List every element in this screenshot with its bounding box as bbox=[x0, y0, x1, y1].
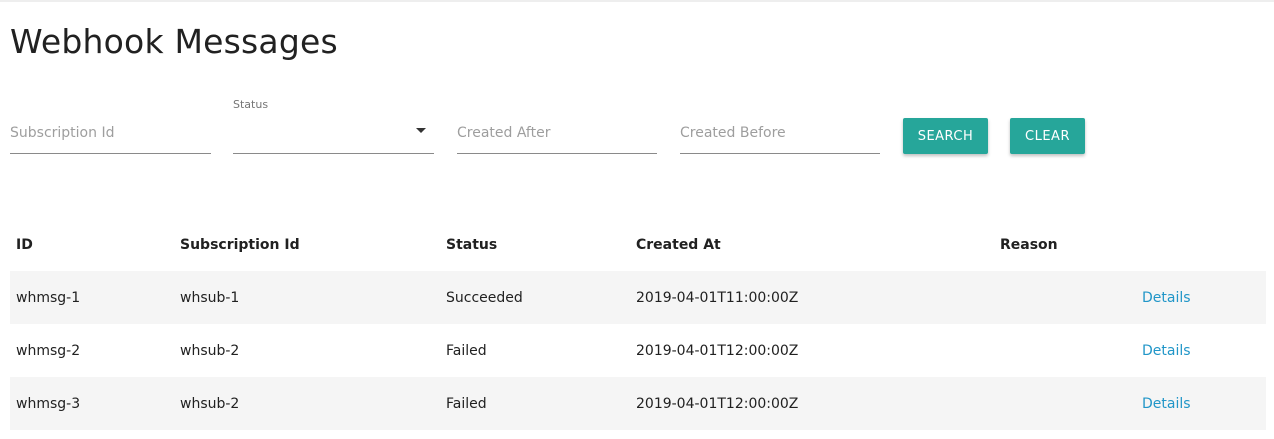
created-before-field[interactable] bbox=[680, 98, 880, 154]
created-after-field[interactable] bbox=[457, 98, 657, 154]
table-row: whmsg-1 whsub-1 Succeeded 2019-04-01T11:… bbox=[10, 271, 1266, 324]
webhook-messages-table: ID Subscription Id Status Created At Rea… bbox=[10, 218, 1266, 430]
details-link-text[interactable]: Details bbox=[1142, 396, 1191, 412]
cell-subscription-id: whsub-1 bbox=[180, 289, 240, 306]
cell-subscription-id: whsub-2 bbox=[180, 342, 240, 359]
details-link-text[interactable]: Details bbox=[1142, 343, 1191, 359]
clear-button[interactable]: CLEAR bbox=[1010, 118, 1085, 154]
header-subscription-id: Subscription Id bbox=[180, 236, 300, 253]
details-link[interactable]: Details bbox=[1142, 324, 1191, 377]
cell-id: whmsg-2 bbox=[16, 342, 81, 359]
details-link-text[interactable]: Details bbox=[1142, 290, 1191, 306]
page-title: Webhook Messages bbox=[10, 22, 338, 61]
cell-id: whmsg-1 bbox=[16, 289, 81, 306]
cell-status: Failed bbox=[446, 395, 487, 412]
header-created-at: Created At bbox=[636, 236, 721, 253]
created-before-input[interactable] bbox=[680, 121, 880, 145]
details-link[interactable]: Details bbox=[1142, 271, 1191, 324]
caret-down-icon[interactable] bbox=[416, 128, 426, 133]
subscription-id-field[interactable] bbox=[10, 98, 211, 154]
cell-created-at: 2019-04-01T12:00:00Z bbox=[636, 342, 799, 359]
cell-status: Failed bbox=[446, 342, 487, 359]
cell-created-at: 2019-04-01T12:00:00Z bbox=[636, 395, 799, 412]
status-select[interactable]: Status bbox=[233, 98, 434, 154]
status-label: Status bbox=[233, 98, 269, 111]
cell-subscription-id: whsub-2 bbox=[180, 395, 240, 412]
cell-status: Succeeded bbox=[446, 289, 523, 306]
header-status: Status bbox=[446, 236, 498, 253]
subscription-id-input[interactable] bbox=[10, 121, 211, 145]
header-reason: Reason bbox=[1000, 236, 1058, 253]
table-row: whmsg-3 whsub-2 Failed 2019-04-01T12:00:… bbox=[10, 377, 1266, 430]
cell-created-at: 2019-04-01T11:00:00Z bbox=[636, 289, 799, 306]
header-id: ID bbox=[16, 236, 33, 253]
search-button[interactable]: SEARCH bbox=[903, 118, 988, 154]
cell-id: whmsg-3 bbox=[16, 395, 81, 412]
table-header-row: ID Subscription Id Status Created At Rea… bbox=[10, 218, 1266, 271]
webhook-messages-page: Webhook Messages Status SEARCH CLEAR ID … bbox=[0, 0, 1274, 439]
details-link[interactable]: Details bbox=[1142, 377, 1191, 430]
created-after-input[interactable] bbox=[457, 121, 657, 145]
table-row: whmsg-2 whsub-2 Failed 2019-04-01T12:00:… bbox=[10, 324, 1266, 377]
status-value[interactable] bbox=[233, 123, 434, 145]
